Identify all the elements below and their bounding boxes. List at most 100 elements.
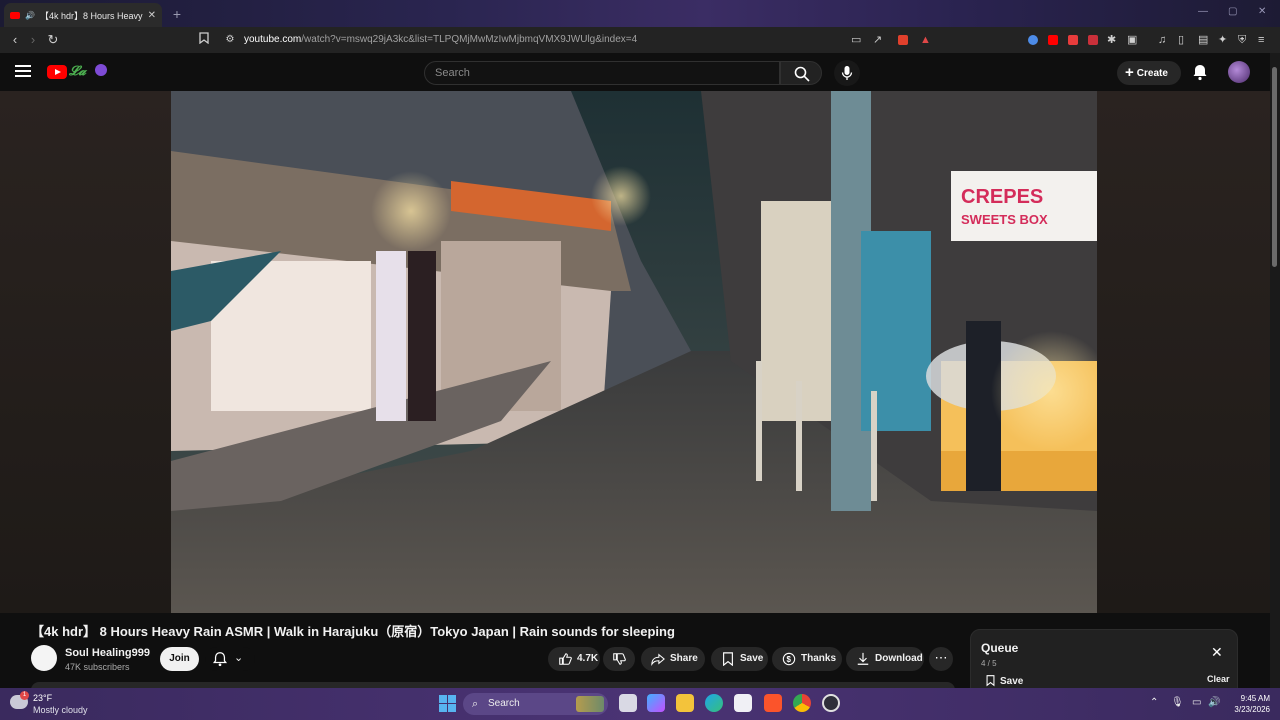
video-player[interactable]: CREPES SWEETS BOX [171,91,1097,613]
queue-panel: Queue 4 / 5 ✕ Save Clear [970,629,1238,691]
extension-adblock-icon[interactable] [1088,35,1098,45]
save-label: Save [740,653,764,664]
queue-title: Queue [981,641,1019,655]
search-input[interactable]: Search [424,61,780,85]
leo-ai-icon[interactable]: ✦ [1218,33,1227,47]
search-highlight-icon [576,696,604,712]
save-bookmark-icon [723,652,733,666]
queue-clear-button[interactable]: Clear [1207,674,1230,684]
search-button[interactable] [780,61,822,85]
guide-menu-icon[interactable] [15,65,31,77]
extension-puzzle-icon[interactable]: ✱ [1107,33,1116,47]
plus-icon: + [1125,64,1134,81]
taskbar-search[interactable]: ⌕ Search [463,693,608,715]
bell-outline-icon [212,652,228,667]
extension-youtube-icon[interactable] [1048,35,1058,45]
shop-sign-text-1: CREPES [961,186,1043,208]
microsoft-store-icon[interactable] [734,694,752,712]
channel-avatar[interactable] [31,645,57,671]
youtube-logo[interactable]: 𝓛𝓪 [47,63,109,81]
taskbar-clock[interactable]: 9:45 AM 3/23/2026 [1226,693,1270,715]
queue-save-label: Save [1000,676,1024,687]
vpn-shield-icon[interactable]: ⛨ [1238,33,1246,47]
voice-search-button[interactable] [834,60,860,86]
extension-camera-icon[interactable]: ▣ [1127,33,1137,47]
doodle-logo-icon: 𝓛𝓪 [69,63,87,78]
edge-browser-icon[interactable] [705,694,723,712]
thanks-label: Thanks [801,653,837,664]
extension-red-icon[interactable] [1068,35,1078,45]
obs-app-icon[interactable] [822,694,840,712]
chrome-browser-icon[interactable] [793,694,811,712]
window-close-icon[interactable]: ✕ [1258,6,1266,17]
share-label: Share [670,653,698,664]
tab-close-icon[interactable]: ✕ [148,10,156,21]
tray-volume-icon[interactable]: 🔊 [1208,697,1220,708]
bookmark-icon[interactable] [195,31,213,49]
page-scrollbar[interactable] [1270,53,1280,688]
thanks-button[interactable]: $ Thanks [772,647,842,671]
scrollbar-thumb[interactable] [1272,67,1277,267]
queue-save-icon [986,675,995,687]
sidebar-icon[interactable]: ▯ [1178,33,1184,47]
clock-time: 9:45 AM [1240,694,1270,703]
thanks-heart-dollar-icon: $ [782,652,796,666]
browser-tab-strip: 🔊 【4k hdr】8 Hours Heavy Rain ✕ + — ▢ ✕ [0,0,1280,27]
bell-icon [1193,65,1207,81]
file-explorer-icon[interactable] [676,694,694,712]
browser-menu-icon[interactable]: ≡ [1258,33,1264,47]
url-path: /watch?v=mswq29jA3kc&list=TLPQMjMwMzIwMj… [301,34,638,45]
weather-temperature[interactable]: 23°F [33,693,52,703]
account-avatar[interactable] [1228,61,1250,83]
share-icon [651,653,665,666]
queue-save-button[interactable]: Save [985,674,1023,687]
forward-icon[interactable]: › [24,31,42,49]
copilot-icon[interactable] [647,694,665,712]
site-settings-icon[interactable]: ⚙ [221,31,239,49]
extension-globe-icon[interactable] [1028,35,1038,45]
speaker-icon: 🔊 [25,10,35,20]
more-actions-button[interactable]: ⋯ [929,647,953,671]
start-windows-icon[interactable] [439,695,456,712]
like-button[interactable]: 4.7K [548,647,600,671]
queue-close-icon[interactable]: ✕ [1211,644,1223,661]
subscriber-count: 47K subscribers [65,662,130,672]
youtube-play-icon [47,65,67,79]
brave-browser-icon[interactable] [764,694,782,712]
weather-condition[interactable]: Mostly cloudy [33,705,88,715]
tray-network-icon[interactable]: ▭ [1192,697,1201,708]
create-button[interactable]: + Create [1117,61,1181,85]
shop-sign-text-2: SWEETS BOX [961,212,1048,227]
download-icon [857,652,869,665]
microphone-icon [841,66,853,80]
chevron-down-icon: ⌄ [234,652,244,664]
join-button[interactable]: Join [160,647,199,671]
share-page-icon[interactable]: ↗ [873,33,882,47]
new-tab-button[interactable]: + [168,5,186,23]
thumbs-up-icon [559,653,572,665]
media-icon[interactable]: ♫ [1158,33,1166,47]
dislike-button[interactable] [603,647,635,671]
back-icon[interactable]: ‹ [6,31,24,49]
subscription-bell-button[interactable]: ⌄ [205,647,255,671]
taskbar-search-icon: ⌕ [472,698,479,710]
save-button[interactable]: Save [711,647,768,671]
minimize-icon[interactable]: — [1198,6,1208,17]
rewards-icon[interactable]: ▲ [920,33,931,47]
browser-tab-active[interactable]: 🔊 【4k hdr】8 Hours Heavy Rain ✕ [4,3,162,27]
tray-mic-icon[interactable]: 🎙 [1171,697,1184,708]
reload-icon[interactable]: ↻ [44,31,62,49]
browser-toolbar: ‹ › ↻ ⚙ youtube.com/watch?v=mswq29jA3kc&… [0,27,1280,53]
svg-text:$: $ [787,655,792,664]
brave-shield-icon[interactable] [898,35,908,45]
share-button[interactable]: Share [641,647,705,671]
wallet-icon[interactable]: ▤ [1198,33,1208,47]
task-view-icon[interactable] [619,694,637,712]
doodle-globe-icon [95,64,107,76]
download-button[interactable]: Download [846,647,924,671]
channel-name[interactable]: Soul Healing999 [65,647,150,659]
tray-overflow-icon[interactable]: ⌃ [1150,697,1158,708]
notifications-button[interactable] [1191,63,1209,81]
maximize-icon[interactable]: ▢ [1228,6,1237,17]
cast-icon[interactable]: ▭ [851,33,861,47]
